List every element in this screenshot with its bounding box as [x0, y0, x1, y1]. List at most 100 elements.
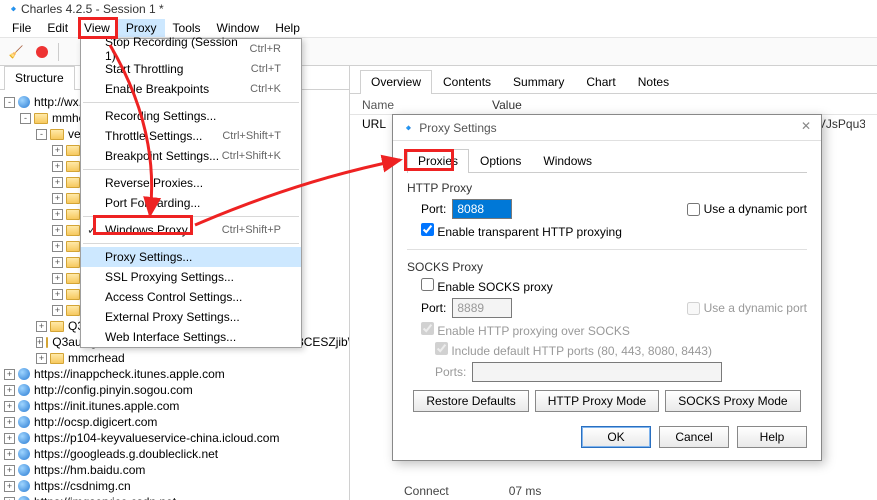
expander-icon[interactable]: + — [52, 225, 63, 236]
tree-row[interactable]: +http://config.pinyin.sogou.com — [2, 382, 347, 398]
expander-icon[interactable]: + — [52, 305, 63, 316]
status-connect-label: Connect — [404, 484, 449, 498]
menu-separator — [83, 243, 299, 244]
menu-proxy[interactable]: Proxy — [118, 19, 165, 37]
menu-item[interactable]: Port Forwarding... — [81, 193, 301, 213]
menu-item[interactable]: Stop Recording (Session 1)Ctrl+R — [81, 39, 301, 59]
overview-tab-summary[interactable]: Summary — [502, 70, 575, 93]
help-button[interactable]: Help — [737, 426, 807, 448]
expander-icon[interactable]: + — [4, 497, 15, 500]
menu-item[interactable]: Web Interface Settings... — [81, 327, 301, 347]
expander-icon[interactable]: + — [4, 481, 15, 492]
menu-item[interactable]: External Proxy Settings... — [81, 307, 301, 327]
globe-icon — [18, 416, 30, 428]
expander-icon[interactable]: + — [4, 417, 15, 428]
tree-row[interactable]: +https://inappcheck.itunes.apple.com — [2, 366, 347, 382]
menu-tools[interactable]: Tools — [165, 19, 209, 37]
expander-icon[interactable]: + — [4, 433, 15, 444]
close-icon[interactable]: ✕ — [797, 119, 815, 137]
http-port-input[interactable] — [452, 199, 512, 219]
tree-row[interactable]: +https://csdnimg.cn — [2, 478, 347, 494]
menu-item[interactable]: Access Control Settings... — [81, 287, 301, 307]
expander-icon[interactable]: + — [36, 321, 47, 332]
menu-view[interactable]: View — [76, 19, 118, 37]
expander-icon[interactable]: + — [52, 161, 63, 172]
expander-icon[interactable]: - — [20, 113, 31, 124]
overview-tab-contents[interactable]: Contents — [432, 70, 502, 93]
expander-icon[interactable]: + — [4, 449, 15, 460]
overview-tab-chart[interactable]: Chart — [575, 70, 626, 93]
folder-icon — [66, 273, 80, 284]
dialog-tab-proxies[interactable]: Proxies — [407, 149, 469, 173]
menu-item[interactable]: Proxy Settings... — [81, 247, 301, 267]
menu-window[interactable]: Window — [209, 19, 268, 37]
dialog-tabs: ProxiesOptionsWindows — [407, 149, 807, 173]
dynamic-port-checkbox[interactable]: Use a dynamic port — [687, 202, 807, 216]
tree-row[interactable]: +https://googleads.g.doubleclick.net — [2, 446, 347, 462]
dialog-title: Proxy Settings — [419, 121, 496, 135]
expander-icon[interactable]: + — [36, 337, 43, 348]
expander-icon[interactable]: - — [4, 97, 15, 108]
menu-item[interactable]: Recording Settings... — [81, 106, 301, 126]
tree-row[interactable]: +https://imgservice.csdn.net — [2, 494, 347, 500]
expander-icon[interactable]: + — [52, 177, 63, 188]
socks-dynamic-port-checkbox: Use a dynamic port — [687, 301, 807, 315]
tab-structure[interactable]: Structure — [4, 66, 75, 90]
tree-row[interactable]: +https://p104-keyvalueservice-china.iclo… — [2, 430, 347, 446]
http-proxy-mode-button[interactable]: HTTP Proxy Mode — [535, 390, 659, 412]
menu-item[interactable]: Start ThrottlingCtrl+T — [81, 59, 301, 79]
menu-separator — [83, 216, 299, 217]
tree-row[interactable]: +https://init.itunes.apple.com — [2, 398, 347, 414]
expander-icon[interactable]: + — [52, 257, 63, 268]
dialog-titlebar: 🔹 Proxy Settings ✕ — [393, 115, 821, 141]
expander-icon[interactable]: + — [52, 241, 63, 252]
dialog-tab-options[interactable]: Options — [469, 149, 532, 172]
menu-help[interactable]: Help — [267, 19, 308, 37]
menu-item[interactable]: ✓Windows ProxyCtrl+Shift+P — [81, 220, 301, 240]
menu-item[interactable]: SSL Proxying Settings... — [81, 267, 301, 287]
expander-icon[interactable]: + — [4, 401, 15, 412]
check-icon: ✓ — [87, 223, 97, 237]
globe-icon — [18, 448, 30, 460]
enable-socks-checkbox[interactable]: Enable SOCKS proxy — [421, 278, 553, 294]
expander-icon[interactable]: + — [4, 465, 15, 476]
overview-tab-notes[interactable]: Notes — [627, 70, 680, 93]
expander-icon[interactable]: + — [52, 289, 63, 300]
expander-icon[interactable]: + — [4, 369, 15, 380]
menu-item[interactable]: Reverse Proxies... — [81, 173, 301, 193]
app-icon: 🔹 — [6, 2, 21, 16]
menu-separator — [83, 169, 299, 170]
expander-icon[interactable]: + — [36, 353, 47, 364]
record-button[interactable] — [32, 42, 52, 62]
status-bar: Connect 07 ms — [392, 482, 553, 500]
menu-item[interactable]: Throttle Settings...Ctrl+Shift+T — [81, 126, 301, 146]
folder-icon — [66, 241, 80, 252]
tree-row[interactable]: +https://hm.baidu.com — [2, 462, 347, 478]
overview-tab-overview[interactable]: Overview — [360, 70, 432, 94]
expander-icon[interactable]: + — [52, 145, 63, 156]
cancel-button[interactable]: Cancel — [659, 426, 729, 448]
folder-icon — [66, 193, 80, 204]
globe-icon — [18, 432, 30, 444]
restore-defaults-button[interactable]: Restore Defaults — [413, 390, 528, 412]
folder-icon — [66, 177, 80, 188]
globe-icon — [18, 480, 30, 492]
ok-button[interactable]: OK — [581, 426, 651, 448]
tree-row[interactable]: +mmcrhead — [2, 350, 347, 366]
expander-icon[interactable]: - — [36, 129, 47, 140]
tree-row[interactable]: +http://ocsp.digicert.com — [2, 414, 347, 430]
expander-icon[interactable]: + — [52, 193, 63, 204]
clear-button[interactable]: 🧹 — [6, 42, 26, 62]
menu-item[interactable]: Enable BreakpointsCtrl+K — [81, 79, 301, 99]
expander-icon[interactable]: + — [52, 209, 63, 220]
menu-edit[interactable]: Edit — [39, 19, 76, 37]
expander-icon[interactable]: + — [4, 385, 15, 396]
globe-icon — [18, 400, 30, 412]
menu-item[interactable]: Breakpoint Settings...Ctrl+Shift+K — [81, 146, 301, 166]
expander-icon[interactable]: + — [52, 273, 63, 284]
dialog-tab-windows[interactable]: Windows — [532, 149, 603, 172]
proxy-menu[interactable]: Stop Recording (Session 1)Ctrl+RStart Th… — [80, 38, 302, 348]
menu-file[interactable]: File — [4, 19, 39, 37]
enable-transparent-checkbox[interactable]: Enable transparent HTTP proxying — [421, 223, 622, 239]
socks-proxy-mode-button[interactable]: SOCKS Proxy Mode — [665, 390, 800, 412]
